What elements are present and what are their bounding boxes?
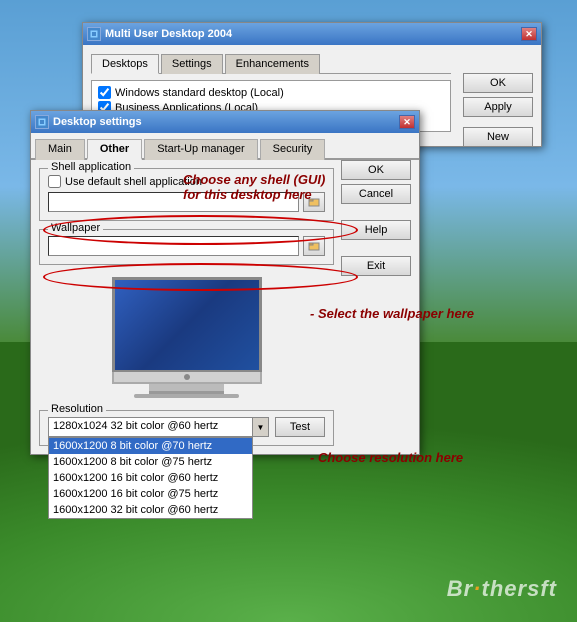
settings-cancel-button[interactable]: Cancel [341, 184, 411, 204]
monitor-dot [184, 374, 190, 380]
monitor [112, 277, 262, 398]
main-window-icon [87, 27, 101, 41]
monitor-preview [39, 273, 334, 406]
shell-group: Shell application Use default shell appl… [39, 168, 334, 221]
wallpaper-path-row: C:\Program Files\Multi User Desktop 2004… [48, 236, 325, 256]
resolution-dropdown-arrow[interactable]: ▼ [252, 418, 268, 436]
tab-startup[interactable]: Start-Up manager [144, 139, 257, 160]
shell-path-row: C:\Program Files\3DNA\3DNA_Desktop.exe [48, 192, 325, 212]
tab-security[interactable]: Security [260, 139, 326, 160]
tab-settings[interactable]: Settings [161, 54, 223, 74]
main-window-titlebar[interactable]: Multi User Desktop 2004 ✕ [83, 23, 541, 45]
settings-window: Desktop settings ✕ Main Other Start-Up m… [30, 110, 420, 455]
watermark: Br·thersft [447, 576, 557, 602]
dropdown-item[interactable]: 1600x1200 8 bit color @75 hertz [49, 454, 252, 470]
tab-desktops[interactable]: Desktops [91, 54, 159, 74]
desktop-label-1: Windows standard desktop (Local) [115, 87, 284, 99]
tab-other[interactable]: Other [87, 139, 142, 160]
settings-exit-button[interactable]: Exit [341, 256, 411, 276]
monitor-foot [134, 394, 239, 398]
tab-enhancements[interactable]: Enhancements [225, 54, 320, 74]
monitor-bezel [112, 372, 262, 384]
wallpaper-browse-button[interactable] [303, 236, 325, 256]
settings-title: Desktop settings [53, 116, 142, 128]
settings-close-button[interactable]: ✕ [399, 115, 415, 129]
wallpaper-group: Wallpaper C:\Program Files\Multi User De… [39, 229, 334, 265]
settings-help-button[interactable]: Help [341, 220, 411, 240]
settings-icon [35, 115, 49, 129]
settings-side-buttons: OK Cancel Help Exit [341, 160, 411, 276]
resolution-selected-text: 1280x1024 32 bit color @60 hertz [49, 418, 252, 436]
shell-group-label: Shell application [48, 161, 134, 173]
apply-button[interactable]: Apply [463, 97, 533, 117]
dropdown-item[interactable]: 1600x1200 16 bit color @75 hertz [49, 486, 252, 502]
settings-ok-button[interactable]: OK [341, 160, 411, 180]
settings-titlebar[interactable]: Desktop settings ✕ [31, 111, 419, 133]
shell-path-input[interactable]: C:\Program Files\3DNA\3DNA_Desktop.exe [48, 192, 299, 212]
resolution-group-label: Resolution [48, 403, 106, 415]
wallpaper-group-label: Wallpaper [48, 222, 103, 234]
test-button[interactable]: Test [275, 417, 325, 437]
shell-checkbox-label: Use default shell application [65, 176, 202, 188]
shell-browse-button[interactable] [303, 192, 325, 212]
main-window-controls: ✕ [521, 27, 537, 41]
shell-checkbox-row: Use default shell application [48, 175, 325, 188]
resolution-dropdown-list[interactable]: 1600x1200 8 bit color @70 hertz 1600x120… [48, 437, 253, 519]
monitor-base [149, 384, 224, 394]
screen-inner [115, 280, 259, 370]
monitor-screen [112, 277, 262, 372]
shell-checkbox[interactable] [48, 175, 61, 188]
dropdown-item[interactable]: 1600x1200 8 bit color @70 hertz [49, 438, 252, 454]
tab-main[interactable]: Main [35, 139, 85, 160]
wallpaper-path-input[interactable]: C:\Program Files\Multi User Desktop 2004… [48, 236, 299, 256]
resolution-group: Resolution 1280x1024 32 bit color @60 he… [39, 410, 334, 446]
settings-tab-bar: Main Other Start-Up manager Security [31, 133, 419, 160]
ok-button[interactable]: OK [463, 73, 533, 93]
desktop-checkbox-1[interactable] [98, 86, 111, 99]
resolution-combobox[interactable]: 1280x1024 32 bit color @60 hertz ▼ [48, 417, 269, 437]
resolution-row: 1280x1024 32 bit color @60 hertz ▼ 1600x… [48, 417, 325, 437]
main-window-title: Multi User Desktop 2004 [105, 28, 232, 40]
dropdown-item[interactable]: 1600x1200 16 bit color @60 hertz [49, 470, 252, 486]
new-button[interactable]: New [463, 127, 533, 147]
dropdown-item[interactable]: 1600x1200 32 bit color @60 hertz [49, 502, 252, 518]
main-close-button[interactable]: ✕ [521, 27, 537, 41]
main-tab-bar: Desktops Settings Enhancements [91, 53, 451, 74]
list-item: Windows standard desktop (Local) [96, 85, 446, 100]
